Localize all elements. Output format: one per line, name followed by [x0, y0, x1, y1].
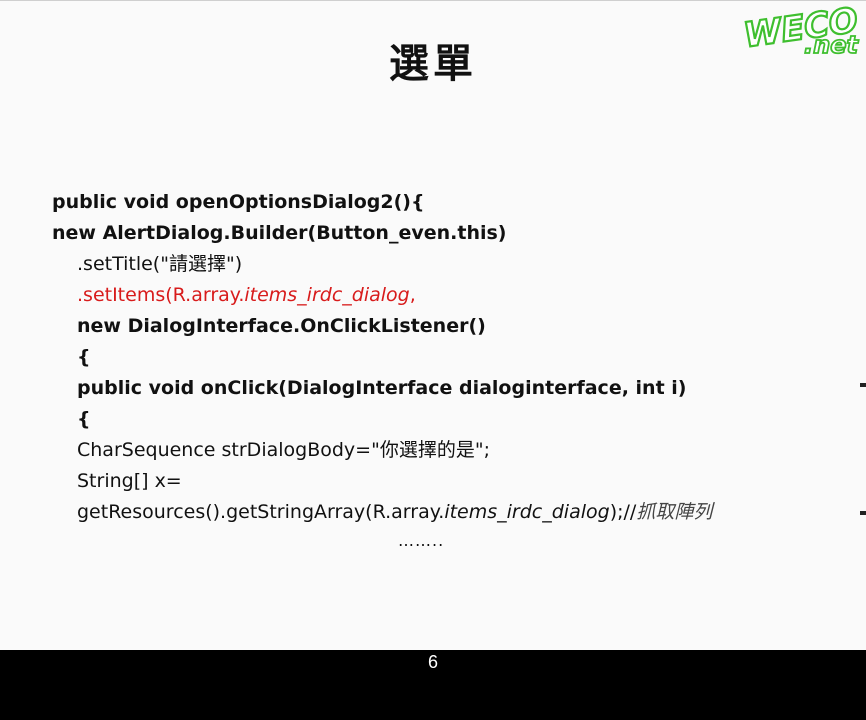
- slide-title: 選單: [389, 40, 477, 87]
- code-text: ";: [474, 439, 490, 461]
- code-text: ,: [409, 284, 416, 306]
- code-text: 請選擇: [168, 253, 226, 275]
- code-text: .setTitle(": [77, 253, 169, 275]
- code-comment: 抓取陣列: [636, 501, 713, 523]
- edge-mark: [860, 511, 866, 515]
- code-line: new AlertDialog.Builder(Button_even.this…: [52, 222, 507, 244]
- weco-logo: WECO .net: [742, 5, 862, 57]
- ellipsis: ……..: [398, 531, 445, 550]
- code-block: public void openOptionsDialog2(){ new Al…: [52, 187, 712, 528]
- code-line: public void openOptionsDialog2(){: [52, 191, 425, 213]
- code-text: items_irdc_dialog: [244, 284, 410, 306]
- edge-mark: [860, 383, 866, 387]
- code-text: getResources().getStringArray(R.array.: [77, 501, 445, 523]
- slide: 選單 WECO .net public void openOptionsDial…: [0, 0, 866, 650]
- code-text: );//: [609, 501, 637, 523]
- code-text: .setItems(R.array.: [77, 284, 245, 306]
- code-text: items_irdc_dialog: [444, 501, 610, 523]
- code-line: {: [77, 346, 91, 368]
- code-line: {: [77, 408, 91, 430]
- code-line: new DialogInterface.OnClickListener(): [77, 315, 486, 337]
- svg-text:.net: .net: [804, 31, 859, 57]
- page-number: 6: [427, 652, 438, 672]
- code-line: CharSequence strDialogBody="你選擇的是";: [52, 435, 712, 466]
- code-text: 你選擇的是: [379, 439, 475, 461]
- code-line: public void onClick(DialogInterface dial…: [77, 377, 687, 399]
- code-line: .setTitle("請選擇"): [52, 249, 712, 280]
- code-line: String[] x=: [77, 470, 182, 492]
- code-text: "): [225, 253, 243, 275]
- code-line-highlight: .setItems(R.array.items_irdc_dialog,: [52, 280, 712, 311]
- code-line: getResources().getStringArray(R.array.it…: [52, 497, 712, 528]
- code-text: CharSequence strDialogBody=": [77, 439, 380, 461]
